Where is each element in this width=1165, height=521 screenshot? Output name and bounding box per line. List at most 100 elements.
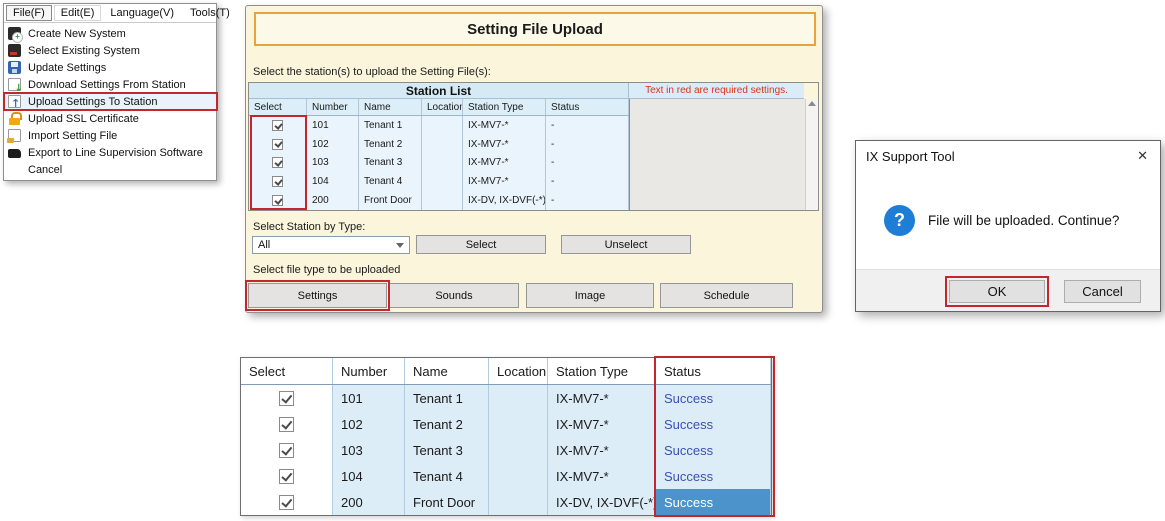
menu-bar-item-language-v[interactable]: Language(V) <box>103 5 181 21</box>
ssl-lock-icon <box>8 112 22 125</box>
checkbox[interactable] <box>272 176 283 188</box>
select-button[interactable]: Select <box>416 235 546 254</box>
checkbox[interactable] <box>279 468 294 484</box>
cancel-button-label: Cancel <box>1082 284 1123 299</box>
schedule-button[interactable]: Schedule <box>660 283 793 308</box>
station-table: Select Number Name Location Station Type Stat… <box>249 99 629 210</box>
dialog-titlebar: IX Support Tool ✕ <box>856 141 1160 171</box>
cell-select <box>249 172 307 192</box>
import-file-icon <box>7 129 21 143</box>
upload-settings-icon <box>8 95 21 109</box>
checkbox[interactable] <box>279 390 294 406</box>
table-row: 102 Tenant 2 IX-MV7-* Success <box>241 411 771 437</box>
export-icon <box>8 149 21 158</box>
menu-item-label: Update Settings <box>28 61 107 74</box>
table-row: 200 Front Door IX-DV, IX-DVF(-*) - <box>249 191 629 210</box>
cell-station-type: IX-MV7-* <box>548 411 656 437</box>
file-type-buttons: Settings Sounds Image Schedule <box>245 280 822 311</box>
cell-number: 102 <box>333 411 405 437</box>
cell-number: 103 <box>307 153 359 173</box>
cell-name: Tenant 3 <box>405 437 489 463</box>
select-by-type-label: Select Station by Type: <box>253 221 366 233</box>
ok-button[interactable]: OK <box>949 280 1045 303</box>
column-header-status: Status <box>546 99 629 115</box>
cell-select <box>249 191 307 210</box>
menu-item-export-to-line-supervision-software[interactable]: Export to Line Supervision Software <box>4 144 216 161</box>
checkbox[interactable] <box>279 494 294 510</box>
cell-location <box>422 134 463 154</box>
table-row: 102 Tenant 2 IX-MV7-* - <box>249 134 629 154</box>
menu-bar-item-tools-t[interactable]: Tools(T) <box>183 5 237 21</box>
menu-item-create-new-system[interactable]: Create New System <box>4 25 216 43</box>
settings-button-label: Settings <box>297 289 338 302</box>
sounds-button[interactable]: Sounds <box>389 283 519 308</box>
checkbox[interactable] <box>272 195 283 207</box>
cell-name: Tenant 1 <box>359 116 422 135</box>
image-button[interactable]: Image <box>526 283 654 308</box>
menu-item-label: Create New System <box>28 27 126 40</box>
cell-location <box>489 463 548 489</box>
menu-bar-item-edit-e[interactable]: Edit(E) <box>53 5 102 21</box>
required-settings-note: Text in red are required settings. <box>629 83 804 99</box>
settings-button[interactable]: Settings <box>248 283 387 308</box>
ok-button-label: OK <box>987 284 1007 299</box>
checkbox[interactable] <box>272 138 283 150</box>
column-header-location: Location <box>489 358 548 384</box>
menu-item-label: Upload Settings To Station <box>28 95 158 108</box>
cell-station-type: IX-MV7-* <box>548 385 656 411</box>
cell-location <box>489 385 548 411</box>
file-menu: File(F)Edit(E)Language(V)Tools(T) Create… <box>3 3 230 181</box>
scrollbar[interactable] <box>805 99 818 210</box>
cell-station-type: IX-DV, IX-DVF(-*) <box>548 489 656 515</box>
sounds-button-label: Sounds <box>435 289 473 302</box>
window-title-box: Setting File Upload <box>254 12 816 46</box>
cell-number: 101 <box>307 116 359 135</box>
column-header-name: Name <box>405 358 489 384</box>
menu-item-label: Upload SSL Certificate <box>28 112 139 125</box>
station-type-dropdown[interactable]: All <box>252 236 410 254</box>
setting-file-upload-window: Setting File Upload Select the station(s… <box>245 5 823 313</box>
cell-name: Front Door <box>405 489 489 515</box>
cell-select <box>249 134 307 154</box>
menu-item-update-settings[interactable]: Update Settings <box>4 59 216 76</box>
scrollbar-up-arrow-icon[interactable] <box>808 101 816 106</box>
cancel-button[interactable]: Cancel <box>1064 280 1141 303</box>
cell-number: 104 <box>307 172 359 192</box>
cell-select <box>249 116 307 135</box>
close-icon[interactable]: ✕ <box>1137 149 1148 162</box>
confirm-dialog: IX Support Tool ✕ ? File will be uploade… <box>855 140 1161 312</box>
station-list-group: Station List Text in red are required se… <box>248 82 819 211</box>
cell-location <box>489 489 548 515</box>
cell-station-type: IX-MV7-* <box>548 437 656 463</box>
cell-number: 104 <box>333 463 405 489</box>
update-settings-icon <box>8 61 21 74</box>
select-button-label: Select <box>465 238 497 251</box>
station-list-title: Station List <box>249 83 629 99</box>
cell-location <box>422 116 463 135</box>
menu-bar-item-file-f[interactable]: File(F) <box>6 5 52 21</box>
station-list-body: Select Number Name Location Station Type Stat… <box>249 99 818 210</box>
cell-status: Success <box>656 411 771 437</box>
checkbox[interactable] <box>272 119 283 131</box>
dialog-footer: OK Cancel <box>856 269 1160 311</box>
checkbox[interactable] <box>272 157 283 169</box>
column-header-name: Name <box>359 99 422 115</box>
checkbox[interactable] <box>279 416 294 432</box>
menu-item-download-settings-from-station[interactable]: Download Settings From Station <box>4 76 216 94</box>
cell-select <box>241 385 333 411</box>
unselect-button[interactable]: Unselect <box>561 235 691 254</box>
cell-status: Success <box>656 385 771 411</box>
cell-status: - <box>546 134 629 154</box>
cell-station-type: IX-MV7-* <box>463 116 546 135</box>
menu-item-label: Cancel <box>28 163 63 176</box>
menu-item-select-existing-system[interactable]: Select Existing System <box>4 42 216 59</box>
menu-item-upload-settings-to-station[interactable]: Upload Settings To Station <box>3 92 218 111</box>
menu-item-import-setting-file[interactable]: Import Setting File <box>4 127 216 144</box>
cell-location <box>489 437 548 463</box>
cell-station-type: IX-MV7-* <box>463 153 546 173</box>
table-row: 104 Tenant 4 IX-MV7-* Success <box>241 463 771 489</box>
menu-item-cancel[interactable]: Cancel <box>4 161 216 178</box>
menu-item-upload-ssl-certificate[interactable]: Upload SSL Certificate <box>4 110 216 127</box>
dialog-title: IX Support Tool <box>866 148 955 164</box>
checkbox[interactable] <box>279 442 294 458</box>
